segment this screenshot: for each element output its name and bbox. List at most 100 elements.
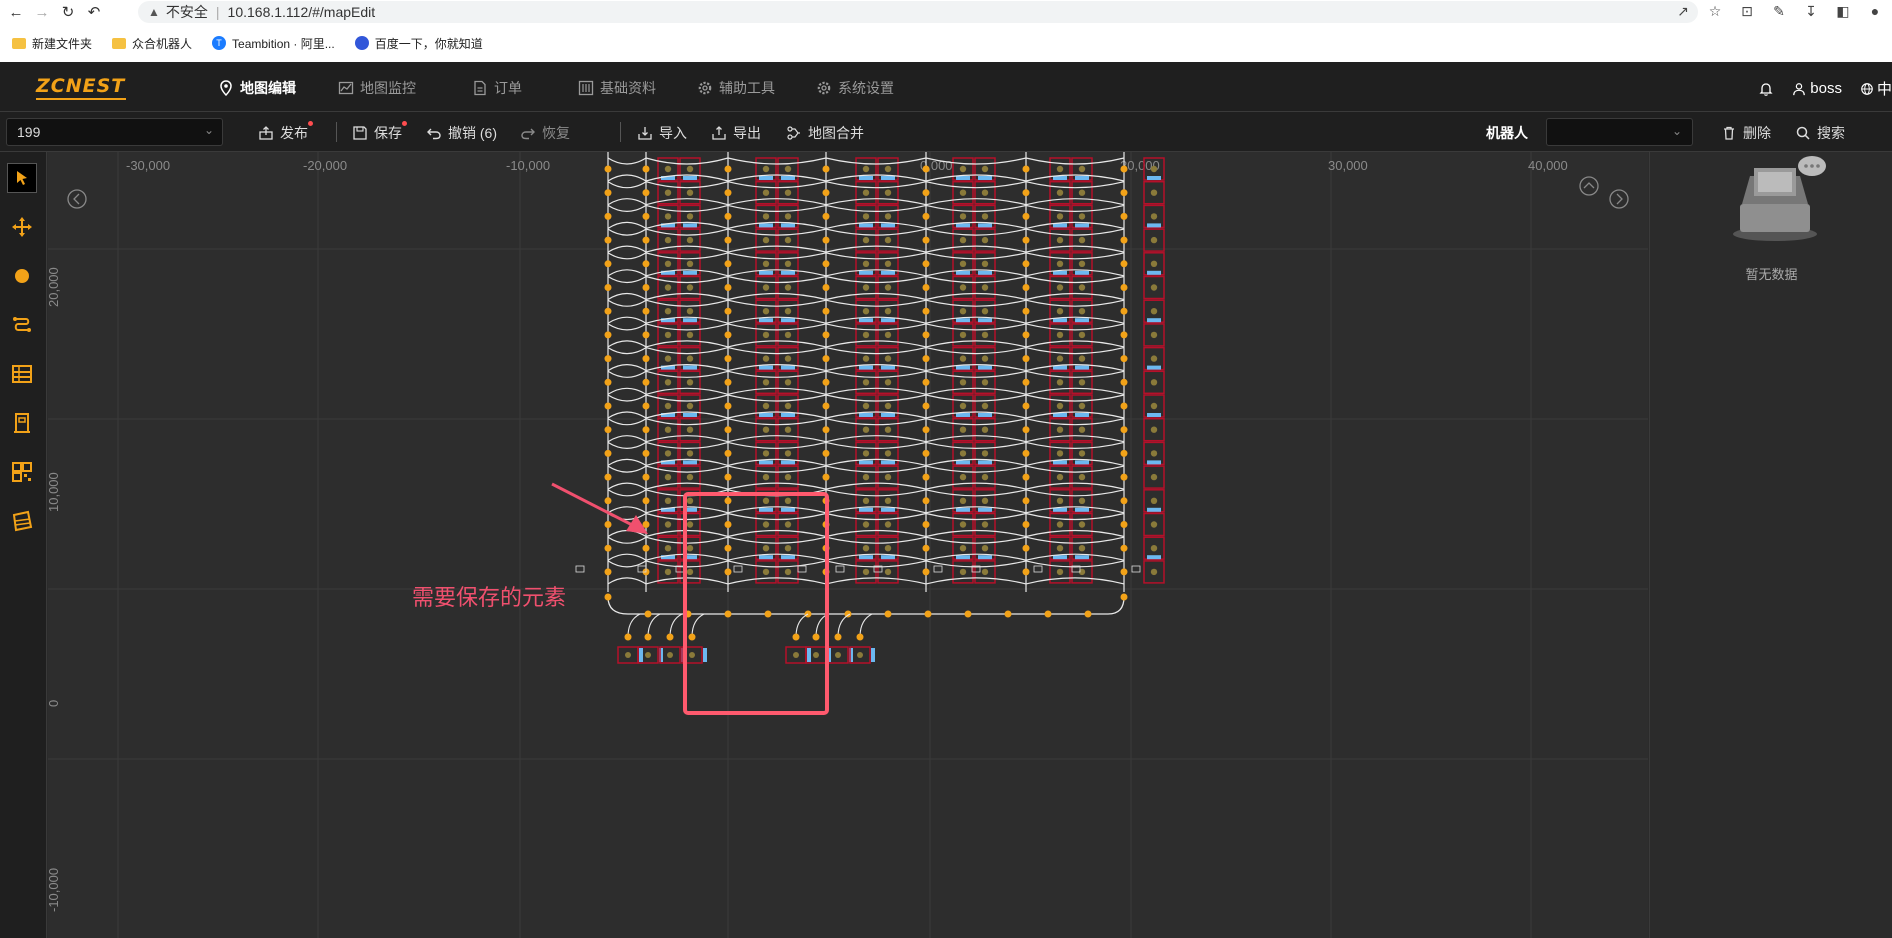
nav-map-monitor[interactable]: 地图监控 (338, 78, 416, 98)
map-node[interactable] (1120, 236, 1128, 244)
map-node[interactable] (1120, 331, 1128, 339)
map-node[interactable] (1120, 355, 1128, 363)
path-tool[interactable] (7, 310, 37, 340)
map-node[interactable] (724, 544, 732, 552)
map-node[interactable] (642, 473, 650, 481)
robot-select[interactable]: ⌄ (1546, 118, 1693, 146)
user-menu[interactable]: boss (1792, 80, 1842, 97)
map-node[interactable] (642, 189, 650, 197)
map-node[interactable] (604, 307, 612, 315)
map-node[interactable] (1022, 355, 1030, 363)
move-tool[interactable] (7, 212, 37, 242)
map-node[interactable] (1022, 449, 1030, 457)
map-node[interactable] (1022, 402, 1030, 410)
map-node[interactable] (642, 307, 650, 315)
undo-button[interactable]: 撤销 (6) (426, 123, 497, 143)
map-node[interactable] (604, 378, 612, 386)
map-node[interactable] (1022, 331, 1030, 339)
map-node[interactable] (922, 355, 930, 363)
map-node[interactable] (724, 260, 732, 268)
map-node[interactable] (1120, 165, 1128, 173)
map-node[interactable] (724, 568, 732, 576)
map-node[interactable] (922, 331, 930, 339)
reload-icon[interactable]: ↻ (58, 2, 78, 22)
map-node[interactable] (884, 610, 892, 618)
export-button[interactable]: 导出 (711, 123, 761, 143)
nav-basic-data[interactable]: 基础资料 (578, 78, 656, 98)
map-node[interactable] (1022, 497, 1030, 505)
map-node[interactable] (922, 165, 930, 173)
map-node[interactable] (644, 633, 652, 641)
map-node[interactable] (724, 610, 732, 618)
map-node[interactable] (724, 236, 732, 244)
map-node[interactable] (822, 260, 830, 268)
nav-aux-tools[interactable]: 辅助工具 (697, 78, 775, 98)
sidebar-icon[interactable]: ◧ (1834, 2, 1852, 20)
map-node[interactable] (604, 402, 612, 410)
map-node[interactable] (922, 473, 930, 481)
map-node[interactable] (922, 189, 930, 197)
map-node[interactable] (1120, 378, 1128, 386)
map-node[interactable] (604, 497, 612, 505)
map-node[interactable] (1120, 189, 1128, 197)
map-node[interactable] (724, 307, 732, 315)
map-node[interactable] (644, 610, 652, 618)
collapse-up-icon[interactable] (1579, 176, 1599, 196)
map-node[interactable] (822, 473, 830, 481)
map-node[interactable] (604, 593, 612, 601)
map-node[interactable] (642, 544, 650, 552)
map-node[interactable] (822, 307, 830, 315)
import-button[interactable]: 导入 (637, 123, 687, 143)
back-icon[interactable]: ← (6, 2, 26, 22)
forward-icon[interactable]: → (32, 2, 52, 22)
map-node[interactable] (604, 568, 612, 576)
map-node[interactable] (1022, 236, 1030, 244)
map-node[interactable] (724, 426, 732, 434)
map-node[interactable] (834, 633, 842, 641)
map-node[interactable] (1120, 402, 1128, 410)
map-node[interactable] (922, 544, 930, 552)
address-bar[interactable]: ▲ 不安全 | 10.168.1.112/#/mapEdit (138, 1, 1698, 23)
map-node[interactable] (642, 260, 650, 268)
map-node[interactable] (812, 633, 820, 641)
map-node[interactable] (1022, 284, 1030, 291)
map-node[interactable] (604, 544, 612, 552)
map-node[interactable] (822, 378, 830, 386)
map-node[interactable] (822, 284, 830, 291)
map-node[interactable] (924, 610, 932, 618)
map-node[interactable] (1022, 378, 1030, 386)
map-node[interactable] (922, 426, 930, 434)
map-node[interactable] (922, 307, 930, 315)
map-node[interactable] (642, 378, 650, 386)
map-node[interactable] (1022, 521, 1030, 528)
map-node[interactable] (822, 165, 830, 173)
profile-icon[interactable]: ● (1866, 2, 1884, 20)
map-node[interactable] (1084, 610, 1092, 618)
nav-orders[interactable]: 订单 (472, 78, 522, 98)
map-node[interactable] (624, 633, 632, 641)
map-node[interactable] (792, 633, 800, 641)
map-node[interactable] (822, 426, 830, 434)
map-merge-button[interactable]: 地图合并 (786, 123, 864, 143)
map-node[interactable] (1022, 260, 1030, 268)
map-node[interactable] (1120, 473, 1128, 481)
map-node[interactable] (1120, 544, 1128, 552)
map-select[interactable]: 199 ⌄ (6, 118, 223, 146)
bookmark-item[interactable]: 百度一下，你就知道 (354, 35, 483, 52)
map-node[interactable] (1120, 449, 1128, 457)
share-icon[interactable]: ↗ (1674, 2, 1692, 20)
map-node[interactable] (604, 331, 612, 339)
area-tool[interactable] (7, 506, 37, 536)
map-node[interactable] (922, 402, 930, 410)
qrcode-tool[interactable] (7, 457, 37, 487)
bookmark-item[interactable]: 众合机器人 (112, 35, 192, 52)
map-node[interactable] (604, 355, 612, 363)
map-node[interactable] (822, 189, 830, 197)
map-node[interactable] (922, 449, 930, 457)
download-icon[interactable]: ↧ (1802, 2, 1820, 20)
map-node[interactable] (604, 473, 612, 481)
map-node[interactable] (922, 378, 930, 386)
map-node[interactable] (922, 521, 930, 528)
language-switch[interactable]: 中 (1860, 78, 1892, 99)
map-node[interactable] (724, 212, 732, 220)
